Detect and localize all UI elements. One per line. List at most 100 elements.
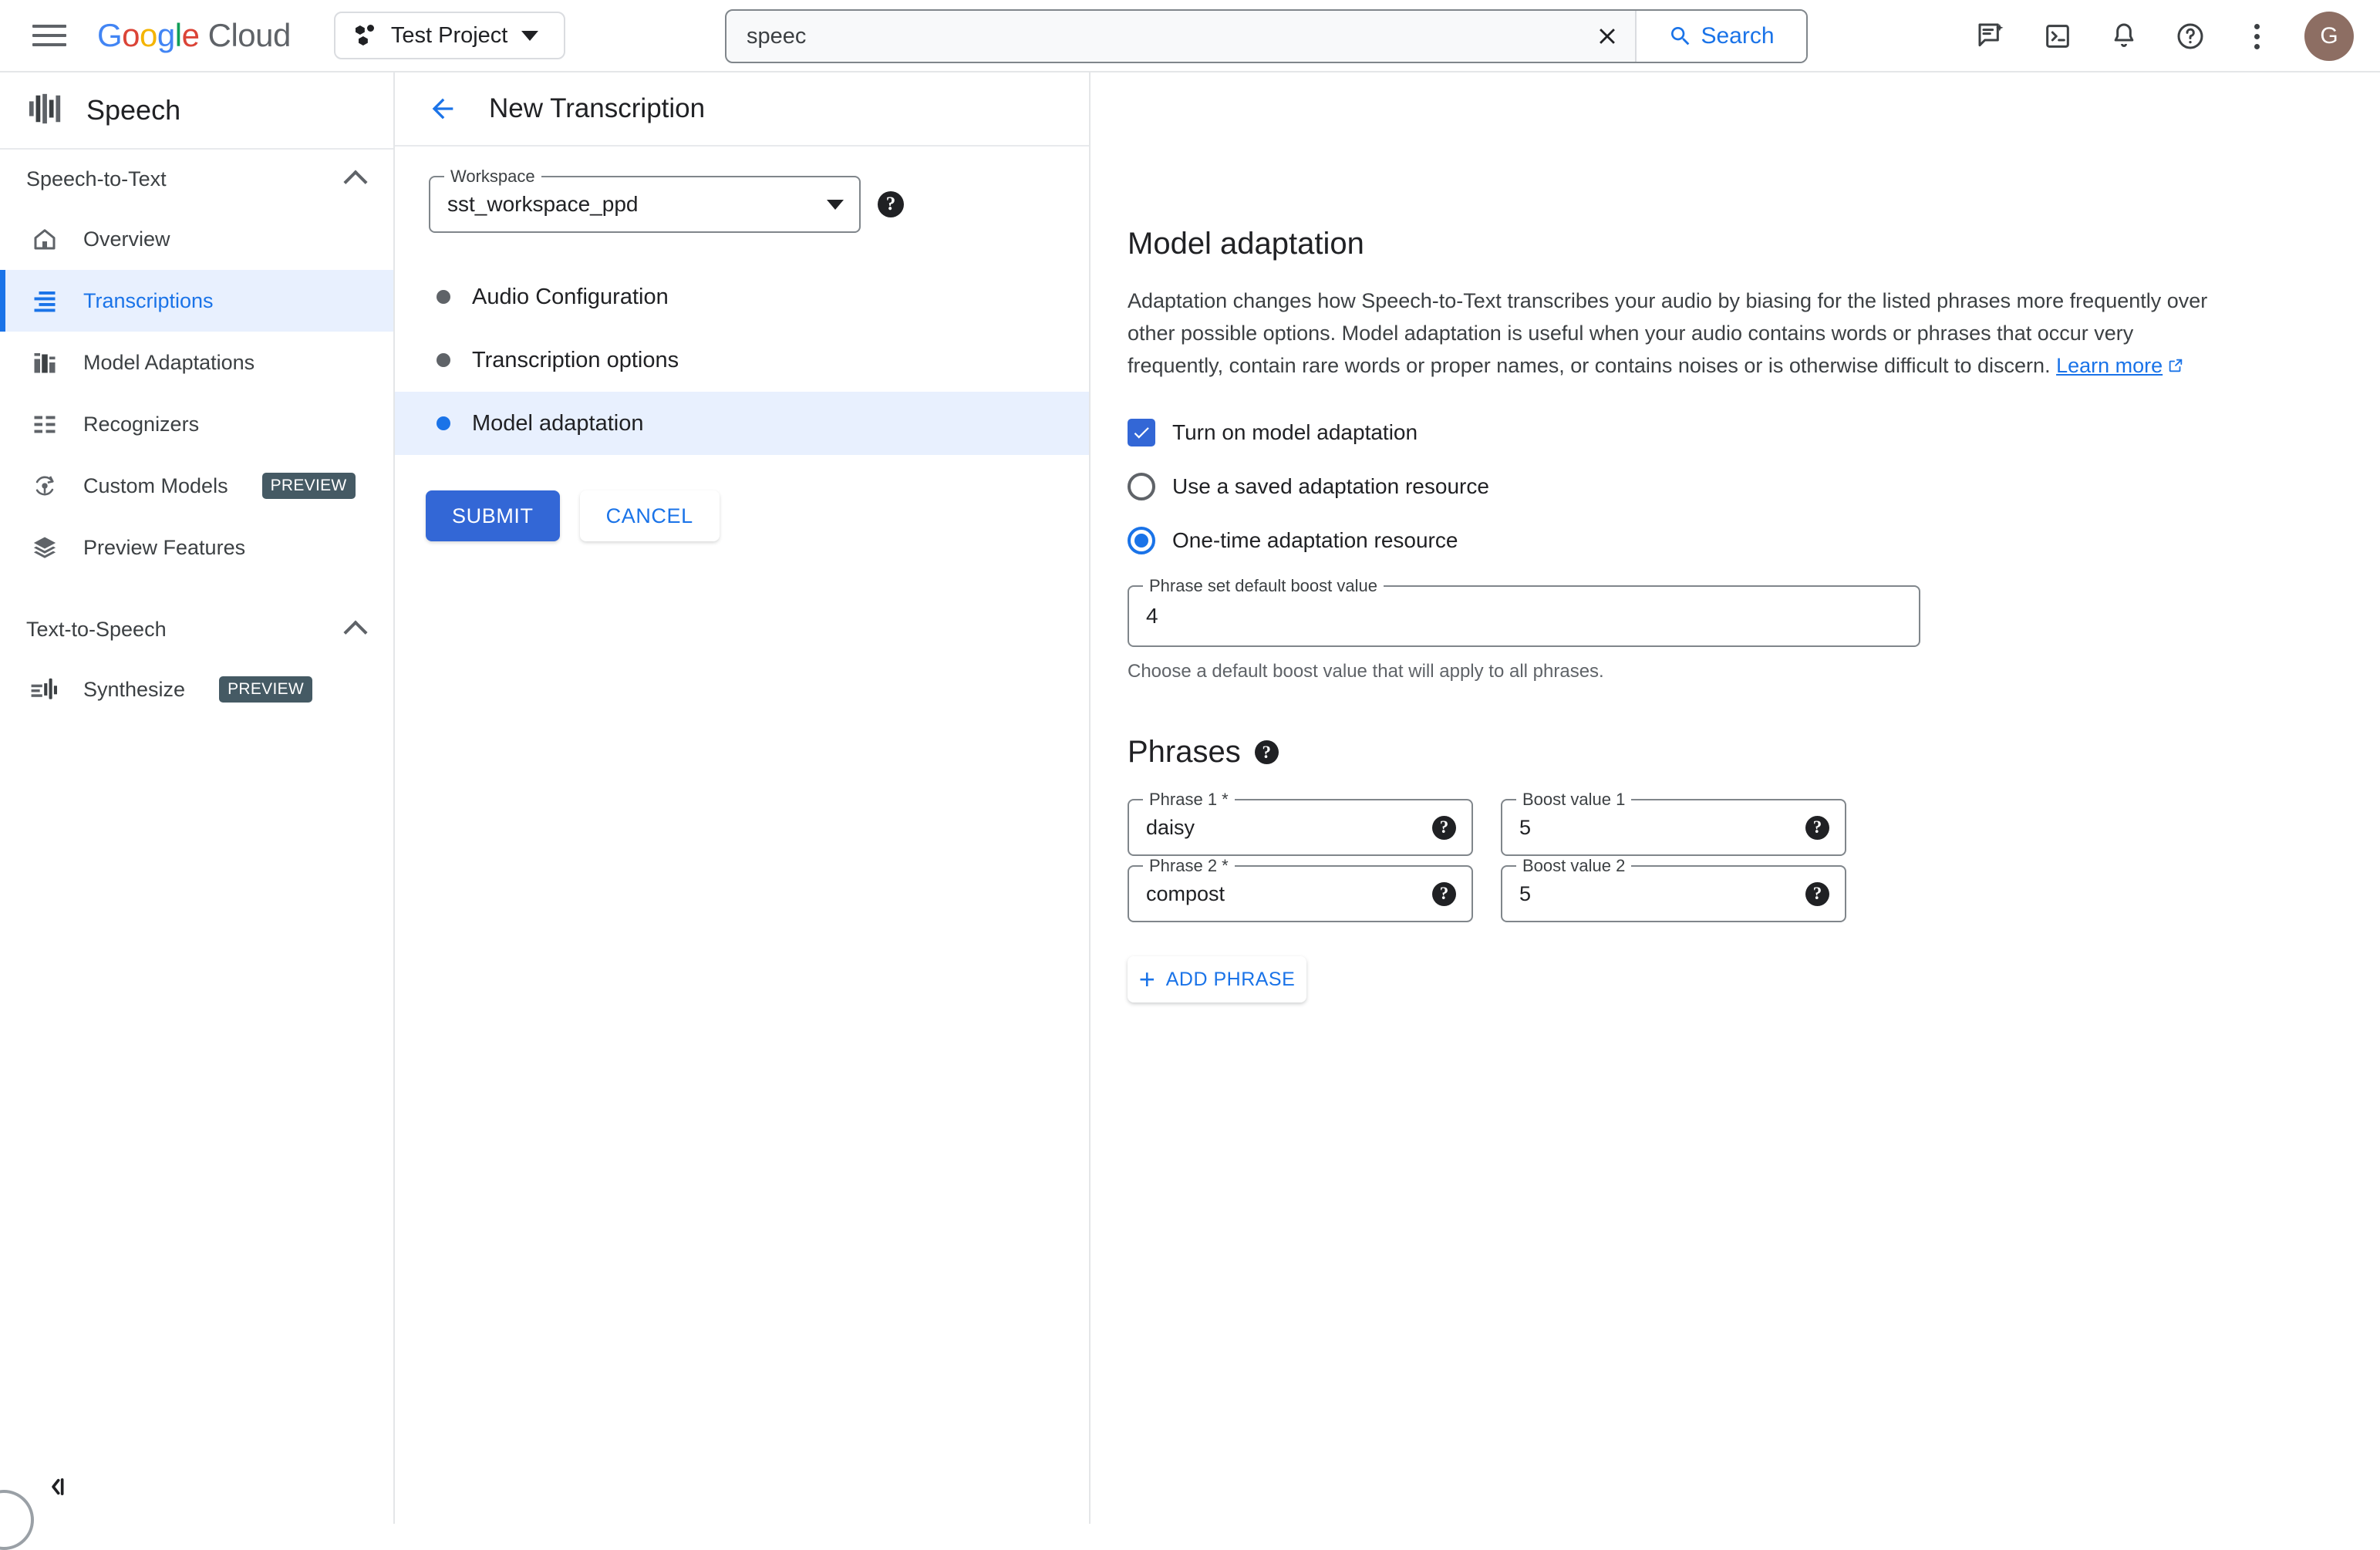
help-icon[interactable]: ? (1432, 881, 1456, 906)
phrase-set-default-boost-hint: Choose a default boost value that will a… (1128, 661, 1604, 682)
sidebar-section-label: Speech-to-Text (26, 167, 167, 190)
avatar[interactable]: G (2304, 12, 2354, 61)
gemini-chat-icon[interactable] (1968, 13, 2014, 59)
sidebar-section-label: Text-to-Speech (26, 617, 167, 641)
top-app-bar: Google Cloud Test Project Search (0, 0, 2380, 72)
section-description: Adaptation changes how Speech-to-Text tr… (1128, 285, 2229, 383)
wizard-step-transcription-options[interactable]: Transcription options (395, 329, 1089, 392)
recognizers-list-icon (29, 409, 60, 440)
sidebar-section-speech-to-text[interactable]: Speech-to-Text (0, 150, 393, 208)
help-circle-icon[interactable] (2167, 13, 2213, 59)
sidebar-item-synthesize[interactable]: Synthesize PREVIEW (0, 659, 393, 720)
wizard-step-label: Audio Configuration (472, 284, 669, 309)
phrase-set-default-boost-input[interactable]: Phrase set default boost value 4 (1128, 576, 1920, 648)
radio-one-time-adaptation-resource[interactable]: One-time adaptation resource (1128, 527, 2380, 555)
turn-on-model-adaptation-checkbox[interactable]: Turn on model adaptation (1128, 419, 2380, 447)
sidebar-item-transcriptions[interactable]: Transcriptions (0, 270, 393, 332)
wizard-step-label: Model adaptation (472, 410, 644, 436)
wizard-step-model-adaptation[interactable]: Model adaptation (395, 392, 1089, 455)
phrase-set-default-boost-label: Phrase set default boost value (1143, 576, 1384, 597)
radio-label: Use a saved adaptation resource (1172, 474, 1489, 499)
phrase-2-input[interactable]: Phrase 2 * compost ? (1128, 856, 1473, 923)
help-icon[interactable]: ? (878, 191, 904, 217)
sidebar-item-label: Model Adaptations (83, 350, 255, 374)
boost-value-2-value: 5 (1519, 881, 1532, 905)
search-bar[interactable]: Search (725, 9, 1808, 63)
help-icon[interactable]: ? (1805, 881, 1829, 906)
workspace-label: Workspace (444, 167, 541, 187)
cloud-shell-icon[interactable] (2034, 13, 2081, 59)
back-arrow-icon[interactable] (426, 92, 460, 126)
page-title: New Transcription (489, 93, 706, 123)
project-name: Test Project (390, 22, 508, 48)
product-header: Speech (0, 72, 393, 150)
boost-value-1-input[interactable]: Boost value 1 5 ? (1501, 790, 1846, 857)
sidebar-item-recognizers[interactable]: Recognizers (0, 393, 393, 455)
phrase-2-label: Phrase 2 * (1143, 856, 1235, 877)
project-dots-icon (355, 25, 377, 46)
phrase-1-input[interactable]: Phrase 1 * daisy ? (1128, 790, 1473, 857)
help-icon[interactable]: ? (1805, 815, 1829, 840)
sidebar-item-label: Synthesize (83, 677, 186, 701)
external-link-icon (2167, 351, 2184, 383)
submit-button[interactable]: SUBMIT (426, 490, 560, 541)
speech-waveform-icon (28, 93, 63, 128)
model-adaptations-bars-icon (29, 347, 60, 378)
step-bullet-icon (437, 353, 450, 367)
hamburger-icon[interactable] (32, 19, 66, 52)
transcriptions-list-icon (29, 285, 60, 316)
section-title: Model adaptation (1128, 227, 1364, 261)
chevron-down-icon (521, 30, 539, 41)
sidebar-section-text-to-speech[interactable]: Text-to-Speech (0, 600, 393, 659)
sidebar-item-model-adaptations[interactable]: Model Adaptations (0, 332, 393, 393)
phrases-grid: Phrase 1 * daisy ? Boost value 1 5 ? Phr… (1128, 790, 2380, 923)
add-phrase-button[interactable]: + ADD PHRASE (1128, 956, 1306, 1003)
boost-value-2-input[interactable]: Boost value 2 5 ? (1501, 856, 1846, 923)
project-selector[interactable]: Test Project (333, 12, 565, 59)
wizard-step-audio-configuration[interactable]: Audio Configuration (395, 265, 1089, 329)
collapse-panel-icon[interactable] (35, 1465, 79, 1508)
boost-value-1-label: Boost value 1 (1516, 790, 1632, 810)
phrases-title: Phrases (1128, 735, 1241, 770)
radio-label: One-time adaptation resource (1172, 528, 1458, 553)
top-bar-icons: G (1968, 0, 2354, 72)
chevron-up-icon (343, 620, 368, 645)
learn-more-link[interactable]: Learn more (2056, 354, 2163, 377)
phrase-row: Phrase 1 * daisy ? Boost value 1 5 ? (1128, 790, 2380, 857)
plus-icon: + (1138, 963, 1155, 996)
search-input[interactable] (726, 11, 1579, 62)
sidebar-item-label: Transcriptions (83, 288, 214, 312)
radio-use-saved-adaptation-resource[interactable]: Use a saved adaptation resource (1128, 473, 2380, 501)
model-adaptation-panel: Model adaptation Adaptation changes how … (1092, 72, 2380, 1524)
phrase-row: Phrase 2 * compost ? Boost value 2 5 ? (1128, 856, 2380, 923)
sidebar-item-overview[interactable]: Overview (0, 208, 393, 270)
boost-value-1-value: 5 (1519, 815, 1532, 839)
chevron-up-icon (343, 170, 368, 194)
sidebar-item-label: Recognizers (83, 412, 200, 436)
radio-selected-icon (1128, 527, 1155, 555)
search-button-label: Search (1701, 23, 1775, 49)
help-icon[interactable]: ? (1432, 815, 1456, 840)
phrase-1-label: Phrase 1 * (1143, 790, 1235, 810)
product-title: Speech (86, 94, 181, 126)
home-icon (29, 224, 60, 254)
search-button[interactable]: Search (1635, 11, 1806, 62)
cancel-button[interactable]: CANCEL (579, 490, 720, 541)
wizard-actions: SUBMIT CANCEL (0, 455, 1089, 541)
kebab-menu-icon[interactable] (2233, 13, 2280, 59)
phrase-2-value: compost (1146, 881, 1225, 905)
synthesize-icon (29, 674, 60, 705)
workspace-select[interactable]: Workspace sst_workspace_ppd (429, 167, 861, 233)
notifications-bell-icon[interactable] (2101, 13, 2147, 59)
wizard-steps: Audio Configuration Transcription option… (395, 265, 1089, 455)
phrase-set-default-boost-value: 4 (1146, 604, 1158, 628)
google-cloud-logo[interactable]: Google Cloud (97, 17, 291, 54)
phrases-heading: Phrases ? (1128, 735, 2380, 770)
close-icon[interactable] (1579, 11, 1635, 62)
phrase-1-value: daisy (1146, 815, 1195, 839)
sidebar: Speech Speech-to-Text Overview Transcrip… (0, 72, 395, 1550)
wizard-step-label: Transcription options (472, 347, 679, 372)
help-icon[interactable]: ? (1254, 740, 1279, 765)
checkbox-label: Turn on model adaptation (1172, 420, 1418, 445)
phrase-set-default-boost-field: Phrase set default boost value 4 Choose … (1128, 576, 1920, 682)
